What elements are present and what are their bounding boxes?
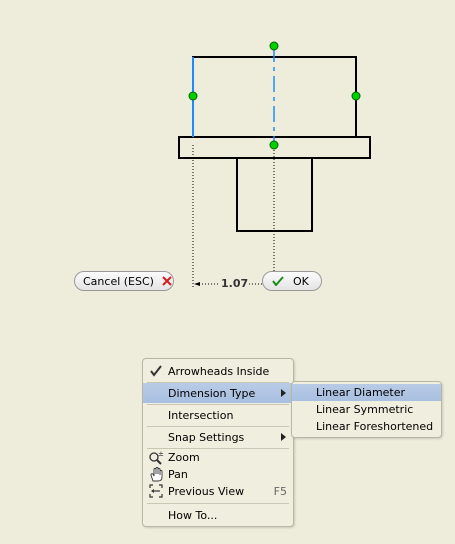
- checkmark-icon: [150, 365, 162, 377]
- submenu-item-label: Linear Symmetric: [316, 403, 414, 416]
- submenu-item-linear-symmetric[interactable]: Linear Symmetric: [292, 401, 441, 418]
- submenu-arrow-icon: [281, 389, 286, 397]
- submenu-arrow-icon: [281, 433, 286, 441]
- menu-item-how-to[interactable]: How To...: [143, 505, 293, 525]
- menu-item-label: Dimension Type: [168, 386, 256, 400]
- grip-handle-left[interactable]: [188, 91, 198, 101]
- svg-text:±: ±: [158, 450, 164, 458]
- menu-item-snap-settings[interactable]: Snap Settings: [143, 427, 293, 447]
- menu-separator: [147, 503, 289, 504]
- menu-item-label: Arrowheads Inside: [168, 364, 270, 378]
- grip-handle-right[interactable]: [351, 91, 361, 101]
- previous-view-icon: [149, 484, 163, 498]
- menu-item-pan[interactable]: Pan: [143, 466, 293, 483]
- menu-item-zoom[interactable]: ± Zoom: [143, 449, 293, 466]
- grip-handle-center[interactable]: [269, 140, 279, 150]
- ok-button[interactable]: OK: [262, 271, 322, 291]
- dimension-arrowhead: [194, 282, 200, 286]
- menu-item-label: Intersection: [168, 408, 234, 422]
- checkmark-icon: [272, 276, 284, 286]
- menu-item-label: How To...: [168, 508, 218, 522]
- dimension-type-submenu: Linear Diameter Linear Symmetric Linear …: [291, 381, 442, 438]
- close-x-icon: [162, 276, 172, 286]
- shortcut-label: F5: [273, 485, 287, 498]
- submenu-item-linear-diameter[interactable]: Linear Diameter: [292, 384, 441, 401]
- submenu-item-linear-foreshortened[interactable]: Linear Foreshortened: [292, 418, 441, 435]
- menu-item-intersection[interactable]: Intersection: [143, 405, 293, 425]
- zoom-icon: ±: [149, 450, 164, 465]
- grip-handle-top[interactable]: [269, 41, 279, 51]
- cancel-button[interactable]: Cancel (ESC): [74, 271, 174, 291]
- cancel-button-label: Cancel (ESC): [83, 274, 154, 288]
- menu-item-previous-view[interactable]: Previous View F5: [143, 483, 293, 500]
- menu-item-label: Previous View: [168, 485, 245, 498]
- dimension-value[interactable]: 1.07: [221, 277, 248, 290]
- menu-item-arrowheads-inside[interactable]: Arrowheads Inside: [143, 361, 293, 381]
- context-menu: Arrowheads Inside Dimension Type Interse…: [142, 358, 294, 527]
- menu-item-label: Pan: [168, 468, 188, 481]
- ok-button-label: OK: [293, 274, 309, 288]
- submenu-item-label: Linear Foreshortened: [316, 420, 434, 433]
- menu-item-dimension-type[interactable]: Dimension Type: [143, 383, 293, 403]
- menu-item-label: Zoom: [168, 451, 200, 464]
- submenu-item-label: Linear Diameter: [316, 386, 406, 399]
- menu-item-label: Snap Settings: [168, 430, 245, 444]
- pan-hand-icon: [150, 467, 163, 482]
